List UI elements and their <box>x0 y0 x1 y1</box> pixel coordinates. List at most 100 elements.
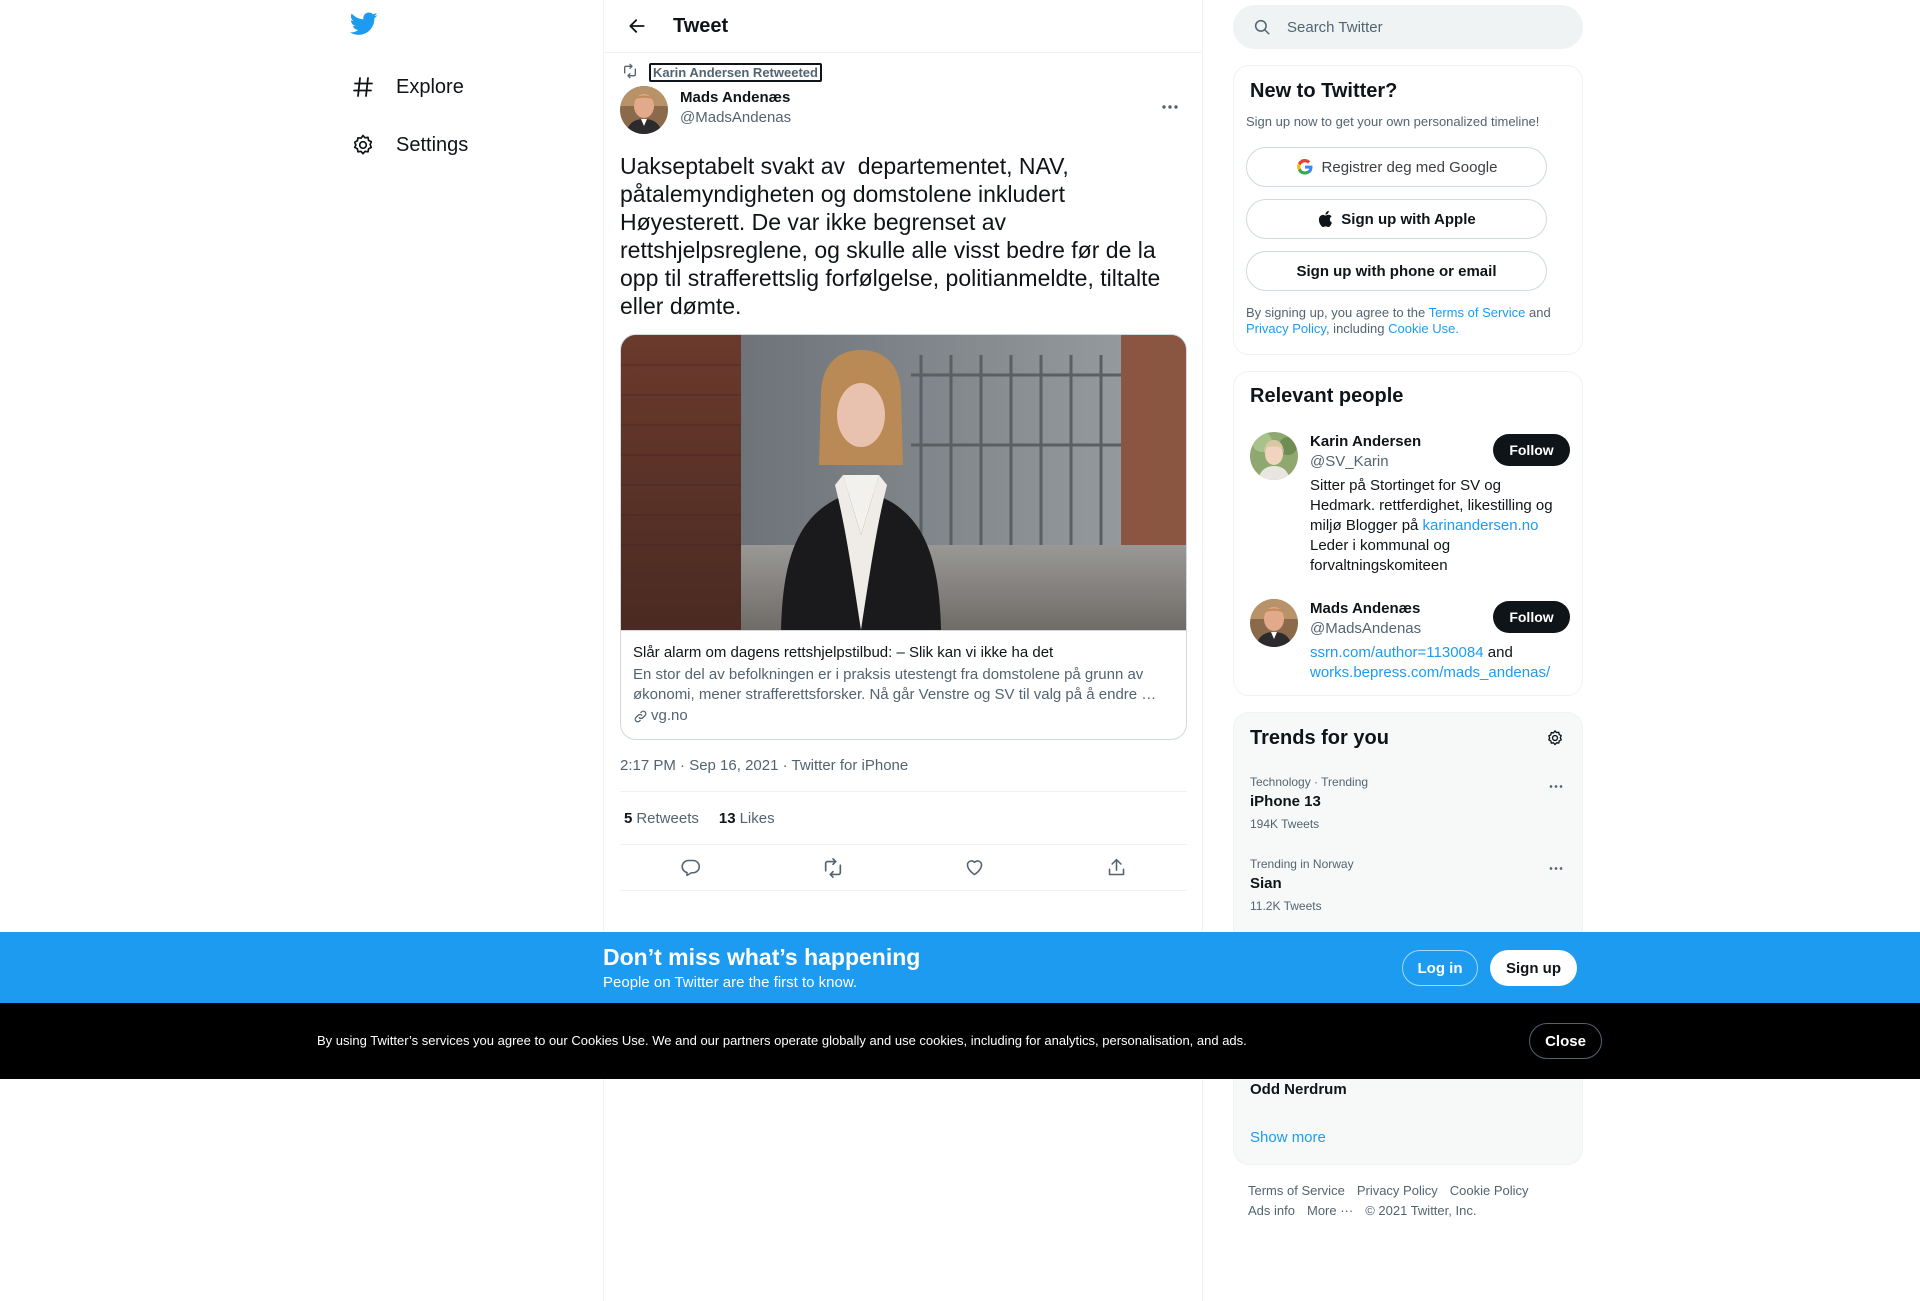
trend-item[interactable]: Trending in Norway Sian 11.2K Tweets <box>1250 856 1568 914</box>
apple-signup-label: Sign up with Apple <box>1341 210 1476 228</box>
card-domain: vg.no <box>633 706 1174 726</box>
relevant-people-panel: Relevant people Karin Andersen @SV_Karin… <box>1233 371 1583 696</box>
person-bio: ssrn.com/author=1130084 and works.bepres… <box>1310 643 1568 683</box>
person-handle[interactable]: @MadsAndenas <box>1310 619 1421 639</box>
person-handle[interactable]: @SV_Karin <box>1310 452 1389 472</box>
cookie-text: By using Twitter’s services you agree to… <box>317 1033 1247 1048</box>
privacy-link[interactable]: Privacy Policy <box>1246 321 1326 336</box>
tweet: Karin Andersen Retweeted Mads Andenæs @M… <box>620 62 1187 891</box>
retweets-stat[interactable]: 5 Retweets <box>624 810 699 827</box>
card-description: En stor del av befolkningen er i praksis… <box>633 666 1157 703</box>
footer-links: Terms of Service Privacy Policy Cookie Pol… <box>1248 1181 1568 1221</box>
banner-title: Don’t miss what’s happening <box>603 944 921 970</box>
card-title: Slår alarm om dagens rettshjelpstilbud: … <box>633 644 1054 661</box>
author-name[interactable]: Mads Andenæs <box>680 88 791 108</box>
reply-icon <box>681 859 701 877</box>
footer-link[interactable]: Ads info <box>1248 1203 1295 1218</box>
trend-item[interactable]: Technology · Trending iPhone 13 194K Twe… <box>1250 774 1568 832</box>
retweet-icon <box>824 857 841 878</box>
signup-subtitle: Sign up now to get your own personalized… <box>1246 114 1540 129</box>
likes-count: 13 <box>718 809 736 827</box>
trend-more-button[interactable] <box>1544 774 1568 798</box>
author-handle[interactable]: @MadsAndenas <box>680 108 791 128</box>
phone-signup-label: Sign up with phone or email <box>1296 262 1497 280</box>
more-icon <box>1549 784 1563 788</box>
likes-stat[interactable]: 13 Likes <box>719 810 775 827</box>
signup-panel: New to Twitter? Sign up now to get your … <box>1233 65 1583 355</box>
card-image <box>621 335 1186 630</box>
close-button[interactable]: Close <box>1529 1023 1602 1059</box>
nav-item-label: Settings <box>396 133 469 156</box>
tweet-timestamp[interactable]: 2:17 PM · Sep 16, 2021 · Twitter for iPh… <box>620 756 1187 776</box>
trends-settings-button[interactable] <box>1542 725 1568 751</box>
footer-link[interactable]: Privacy Policy <box>1357 1183 1438 1198</box>
person-name[interactable]: Karin Andersen <box>1310 432 1421 452</box>
signup-banner: Don’t miss what’s happening People on Tw… <box>0 932 1920 1003</box>
google-signup-label: Registrer deg med Google <box>1321 158 1498 176</box>
nav-item-explore[interactable]: Explore <box>350 65 464 109</box>
page-title: Tweet <box>673 14 729 37</box>
follow-button[interactable]: Follow <box>1493 601 1570 633</box>
reply-button[interactable] <box>673 850 709 886</box>
tweet-stats: 5 Retweets 13 Likes <box>620 791 1187 845</box>
heart-icon <box>966 860 983 876</box>
link-icon <box>634 710 647 722</box>
bio-link[interactable]: karinandersen.no <box>1423 517 1539 534</box>
footer-link[interactable]: Terms of Service <box>1248 1183 1345 1198</box>
trend-meta: Trending in Norway <box>1250 857 1354 871</box>
legal-prefix: By signing up, you agree to the <box>1246 305 1429 320</box>
footer-link[interactable]: Cookie Policy <box>1450 1183 1529 1198</box>
avatar[interactable] <box>1250 432 1298 480</box>
nav-item-settings[interactable]: Settings <box>350 123 468 167</box>
bio-link[interactable]: ssrn.com/author=1130084 <box>1310 644 1484 661</box>
show-more-link[interactable]: Show more <box>1250 1129 1326 1146</box>
legal-including: , including <box>1325 321 1389 336</box>
retweet-button[interactable] <box>815 850 851 886</box>
signup-button[interactable]: Sign up <box>1490 950 1577 986</box>
search-icon <box>1254 19 1270 35</box>
google-signup-button[interactable]: Registrer deg med Google <box>1246 147 1547 187</box>
card-body: Slår alarm om dagens rettshjelpstilbud: … <box>621 630 1186 739</box>
trend-name[interactable]: Odd Nerdrum <box>1250 1080 1347 1100</box>
copyright: © 2021 Twitter, Inc. <box>1365 1203 1477 1218</box>
footer-link[interactable]: More ··· <box>1307 1203 1353 1218</box>
login-button[interactable]: Log in <box>1402 950 1478 986</box>
trend-name: Sian <box>1250 875 1282 892</box>
link-card[interactable]: Slår alarm om dagens rettshjelpstilbud: … <box>620 334 1187 740</box>
follow-button[interactable]: Follow <box>1493 434 1570 466</box>
signup-title: New to Twitter? <box>1250 80 1398 102</box>
legal-and: and <box>1525 305 1551 320</box>
apple-icon <box>1319 210 1333 227</box>
retweets-label: Retweets <box>636 809 699 827</box>
gear-icon <box>1548 730 1562 746</box>
cookie-consent-bar: By using Twitter’s services you agree to… <box>0 1003 1920 1079</box>
phone-signup-button[interactable]: Sign up with phone or email <box>1246 251 1547 291</box>
trend-more-button[interactable] <box>1544 856 1568 880</box>
trend-name: iPhone 13 <box>1250 793 1321 810</box>
trend-count: 11.2K Tweets <box>1250 899 1322 913</box>
gear-icon <box>350 132 376 158</box>
more-options-button[interactable] <box>1153 90 1187 124</box>
apple-signup-button[interactable]: Sign up with Apple <box>1246 199 1547 239</box>
nav-item-label: Explore <box>396 75 464 98</box>
trends-title: Trends for you <box>1250 727 1389 749</box>
more-icon <box>1549 866 1563 870</box>
search-bar <box>1233 5 1583 49</box>
page-header: Tweet <box>604 0 1202 53</box>
cookie-use-link[interactable]: Cookie Use. <box>1388 321 1459 336</box>
person-name[interactable]: Mads Andenæs <box>1310 599 1420 619</box>
like-button[interactable] <box>956 850 992 886</box>
terms-link[interactable]: Terms of Service <box>1429 305 1526 320</box>
hashtag-icon <box>350 74 376 100</box>
share-button[interactable] <box>1098 850 1134 886</box>
google-icon <box>1296 158 1313 175</box>
card-domain-text: vg.no <box>651 707 688 724</box>
search-input[interactable] <box>1287 18 1547 36</box>
back-button[interactable] <box>620 9 654 43</box>
avatar[interactable] <box>620 86 668 134</box>
retweeted-by-link[interactable]: Karin Andersen Retweeted <box>649 62 822 82</box>
person-bio: Sitter på Stortinget for SV og Hedmark. … <box>1310 476 1568 576</box>
twitter-logo-icon[interactable] <box>349 12 382 44</box>
bio-link[interactable]: works.bepress.com/mads_andenas/ <box>1310 664 1550 681</box>
avatar[interactable] <box>1250 599 1298 647</box>
